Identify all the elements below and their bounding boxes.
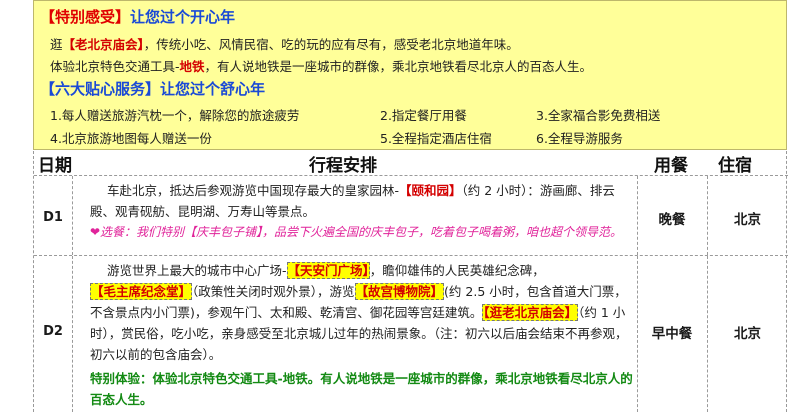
left-margin (0, 0, 33, 412)
itinerary-text-part: ，瞻仰雄伟的人民英雄纪念碑， (369, 263, 545, 278)
itinerary-text: 游览世界上最大的城市中心广场-【天安门广场】，瞻仰雄伟的人民英雄纪念碑， 【毛主席… (90, 260, 635, 365)
column-divider (72, 176, 73, 255)
attraction-tag: 【毛主席纪念堂】 (90, 283, 193, 300)
promo-line1-post: ，传统小吃、风情民宿、吃的玩的应有尽有，感受老北京地道年味。 (143, 37, 519, 52)
promo-heading-services: 【六大贴心服务】让您过个舒心年 (40, 80, 266, 98)
header-day: 日期 (38, 156, 72, 176)
table-row: D1 车赴北京，抵达后参观游览中国现存最大的皇家园林-【颐和园】（约 2 小时）… (34, 175, 788, 255)
service-item-1: 1.每人赠送旅游汽枕一个，解除您的旅途疲劳 (50, 108, 300, 123)
service-item-6: 6.全程导游服务 (536, 131, 623, 146)
table-row: D2 游览世界上最大的城市中心广场-【天安门广场】，瞻仰雄伟的人民英雄纪念碑， 【… (34, 255, 788, 412)
service-item-2: 2.指定餐厅用餐 (380, 108, 467, 123)
service-item-3: 3.全家福合影免费相送 (536, 108, 661, 123)
promo-line1-tag: 【老北京庙会】 (62, 37, 144, 52)
promo-box: 【特别感受】让您过个开心年 逛【老北京庙会】，传统小吃、风情民宿、吃的玩的应有尽… (33, 0, 787, 150)
attraction-tag: 【逛老北京庙会】 (482, 304, 579, 321)
attraction-tag: 【故宫博物院】 (354, 283, 445, 300)
itinerary-text: 车赴北京，抵达后参观游览中国现存最大的皇家园林-【颐和园】（约 2 小时）：游画… (90, 180, 635, 222)
promo-line-temple-fair: 逛【老北京庙会】，传统小吃、风情民宿、吃的玩的应有尽有，感受老北京地道年味。 (50, 34, 519, 53)
itinerary-text-part: 游览世界上最大的城市中心广场- (107, 263, 287, 278)
header-stay: 住宿 (718, 156, 752, 176)
meal-value: 早中餐 (651, 326, 693, 342)
column-divider (72, 256, 73, 412)
attraction-tag: 【颐和园】 (399, 183, 462, 198)
day-label: D1 (43, 210, 63, 225)
itinerary-text-part: 车赴北京，抵达后参观游览中国现存最大的皇家园林- (107, 183, 400, 198)
promo-heading-special: 【特别感受】让您过个开心年 (40, 6, 235, 27)
service-item-5: 5.全程指定酒店住宿 (380, 131, 492, 146)
stay-value: 北京 (734, 326, 761, 342)
promo-heading-text: 让您过个开心年 (130, 8, 236, 26)
header-itinerary: 行程安排 (309, 156, 377, 176)
promo-line1-pre: 逛 (50, 37, 63, 52)
promo-line2-tag: 地铁 (179, 59, 205, 74)
promo-line2-post: ，有人说地铁是一座城市的群像，乘北京地铁看尽北京人的百态人生。 (204, 59, 593, 74)
stay-value: 北京 (734, 212, 761, 228)
promo-line2-pre: 体验北京特色交通工具- (50, 59, 180, 74)
promo-line-subway: 体验北京特色交通工具-地铁，有人说地铁是一座城市的群像，乘北京地铁看尽北京人的百… (50, 56, 592, 75)
service-item-4: 4.北京旅游地图每人赠送一份 (50, 131, 212, 146)
attraction-tag: 【天安门广场】 (286, 262, 370, 279)
dining-tip: ❤选餐：我们特别【庆丰包子铺】，品尝下火遍全国的庆丰包子，吃着包子喝着粥，咱也超… (90, 225, 623, 239)
promo-heading-bracket: 【特别感受】 (40, 8, 131, 26)
special-experience: 特别体验：体验北京特色交通工具-地铁。有人说地铁是一座城市的群像，乘北京地铁看尽… (90, 371, 633, 407)
header-meal: 用餐 (654, 156, 688, 176)
itinerary-text-part: （政策性关闭时观外景），游览 (192, 284, 355, 299)
day-label: D2 (43, 324, 63, 339)
itinerary-table: 日期 行程安排 用餐 住宿 D1 车赴北京，抵达后参观游览中国现存最大的皇家园林… (33, 151, 788, 412)
meal-value: 晚餐 (658, 212, 686, 228)
